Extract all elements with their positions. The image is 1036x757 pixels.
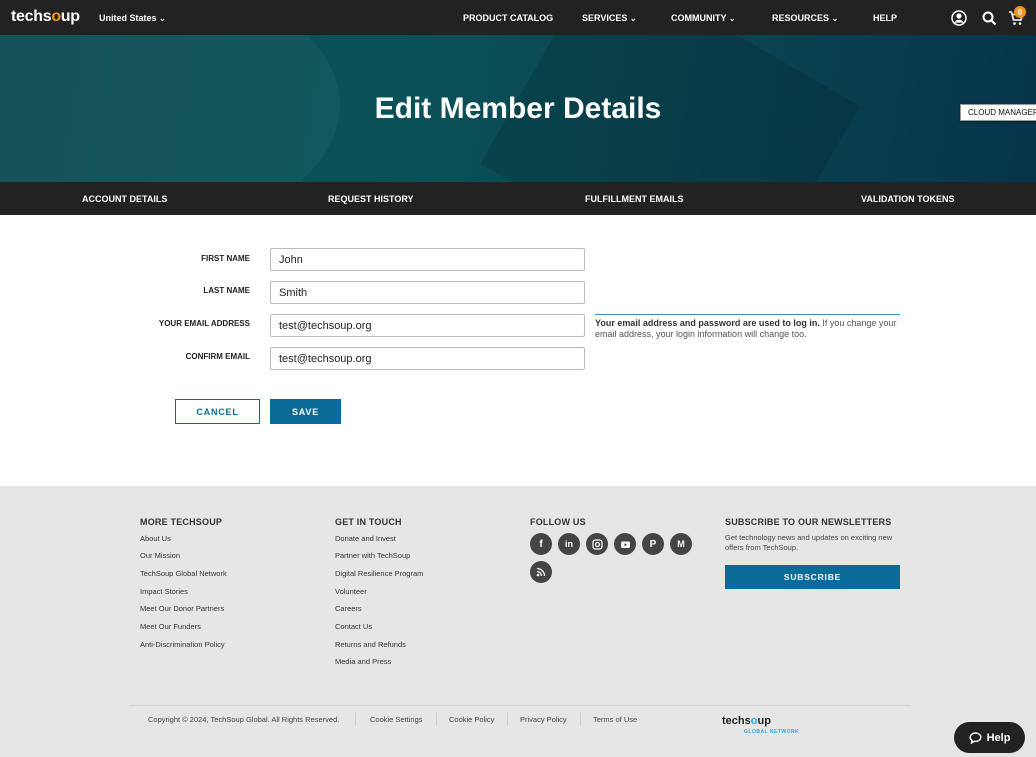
first-name-label: FIRST NAME [201, 254, 250, 263]
medium-icon[interactable]: M [670, 533, 692, 555]
account-icon[interactable] [950, 9, 968, 27]
subscribe-button[interactable]: SUBSCRIBE [725, 565, 900, 589]
techsoup-global-logo[interactable]: techsoup [722, 715, 771, 727]
nav-product-catalog[interactable]: PRODUCT CATALOG [463, 13, 553, 23]
footer-heading-newsletter: SUBSCRIBE TO OUR NEWSLETTERS [725, 517, 892, 527]
privacy-policy-link[interactable]: Privacy Policy [520, 715, 567, 724]
footer-link[interactable]: Returns and Refunds [335, 640, 406, 649]
nav-community[interactable]: COMMUNITY ⌄ [671, 13, 736, 23]
footer: MORE TECHSOUP About Us Our Mission TechS… [0, 486, 1036, 757]
region-selector[interactable]: United States ⌄ [99, 13, 166, 23]
tab-validation-tokens[interactable]: VALIDATION TOKENS [861, 194, 955, 204]
footer-heading-more: MORE TECHSOUP [140, 517, 223, 527]
search-icon[interactable] [980, 9, 998, 27]
footer-link[interactable]: Volunteer [335, 587, 367, 596]
copyright-text: Copyright © 2024, TechSoup Global. All R… [148, 715, 340, 724]
cancel-button[interactable]: CANCEL [175, 399, 260, 424]
cookie-policy-link[interactable]: Cookie Policy [449, 715, 494, 724]
nav-help[interactable]: HELP [873, 13, 897, 23]
email-input[interactable] [270, 314, 585, 337]
nav-resources[interactable]: RESOURCES ⌄ [772, 13, 838, 23]
hero-banner: Edit Member Details CLOUD MANAGER [0, 35, 1036, 182]
chevron-down-icon: ⌄ [728, 14, 736, 23]
footer-separator [507, 712, 508, 726]
cart-count-badge: 0 [1014, 6, 1026, 18]
footer-link[interactable]: TechSoup Global Network [140, 569, 227, 578]
techsoup-logo[interactable]: techsoup [11, 8, 80, 26]
confirm-email-label: CONFIRM EMAIL [185, 352, 250, 361]
chat-bubble-icon [969, 731, 982, 744]
last-name-input[interactable] [270, 281, 585, 304]
nav-services[interactable]: SERVICES ⌄ [582, 13, 637, 23]
footer-link[interactable]: Meet Our Funders [140, 622, 201, 631]
email-label: YOUR EMAIL ADDRESS [158, 319, 250, 328]
footer-link[interactable]: Our Mission [140, 551, 180, 560]
tab-account-details[interactable]: ACCOUNT DETAILS [82, 194, 167, 204]
footer-heading-follow: FOLLOW US [530, 517, 586, 527]
footer-link[interactable]: Partner with TechSoup [335, 551, 410, 560]
help-chat-label: Help [986, 731, 1011, 744]
tab-request-history[interactable]: REQUEST HISTORY [328, 194, 414, 204]
help-divider [595, 314, 900, 315]
linkedin-icon[interactable]: in [558, 533, 580, 555]
facebook-icon[interactable]: f [530, 533, 552, 555]
footer-link[interactable]: Media and Press [335, 657, 391, 666]
terms-of-use-link[interactable]: Terms of Use [593, 715, 637, 724]
footer-link[interactable]: Anti-Discrimination Policy [140, 640, 225, 649]
help-chat-button[interactable]: Help [954, 722, 1025, 753]
footer-link[interactable]: Meet Our Donor Partners [140, 604, 224, 613]
footer-divider [130, 705, 910, 706]
footer-separator [580, 712, 581, 726]
top-nav: techsoup United States ⌄ PRODUCT CATALOG… [0, 0, 1036, 35]
confirm-email-input[interactable] [270, 347, 585, 370]
footer-link[interactable]: Digital Resilience Program [335, 569, 423, 578]
account-subnav: ACCOUNT DETAILS REQUEST HISTORY FULFILLM… [0, 182, 1036, 215]
footer-link[interactable]: Donate and Invest [335, 534, 396, 543]
email-help-text: Your email address and password are used… [595, 318, 897, 339]
save-button[interactable]: SAVE [270, 399, 341, 424]
pinterest-icon[interactable]: P [642, 533, 664, 555]
footer-link[interactable]: About Us [140, 534, 171, 543]
chevron-down-icon: ⌄ [629, 14, 637, 23]
cookie-settings-link[interactable]: Cookie Settings [370, 715, 423, 724]
rss-icon[interactable] [530, 561, 552, 583]
newsletter-text: Get technology news and updates on excit… [725, 533, 893, 552]
tab-fulfillment-emails[interactable]: FULFILLMENT EMAILS [585, 194, 684, 204]
footer-heading-touch: GET IN TOUCH [335, 517, 402, 527]
last-name-label: LAST NAME [203, 286, 250, 295]
page-title: Edit Member Details [374, 92, 662, 125]
cloud-manager-button[interactable]: CLOUD MANAGER [960, 104, 1036, 121]
chevron-down-icon: ⌄ [831, 14, 839, 23]
footer-separator [436, 712, 437, 726]
page: techsoup United States ⌄ PRODUCT CATALOG… [0, 0, 1036, 757]
first-name-input[interactable] [270, 248, 585, 271]
footer-separator [355, 712, 356, 726]
footer-link[interactable]: Careers [335, 604, 362, 613]
youtube-icon[interactable] [614, 533, 636, 555]
footer-link[interactable]: Impact Stories [140, 587, 188, 596]
instagram-icon[interactable] [586, 533, 608, 555]
techsoup-global-logo-subtitle: GLOBAL NETWORK [744, 729, 800, 735]
footer-link[interactable]: Contact Us [335, 622, 372, 631]
chevron-down-icon: ⌄ [159, 14, 166, 23]
